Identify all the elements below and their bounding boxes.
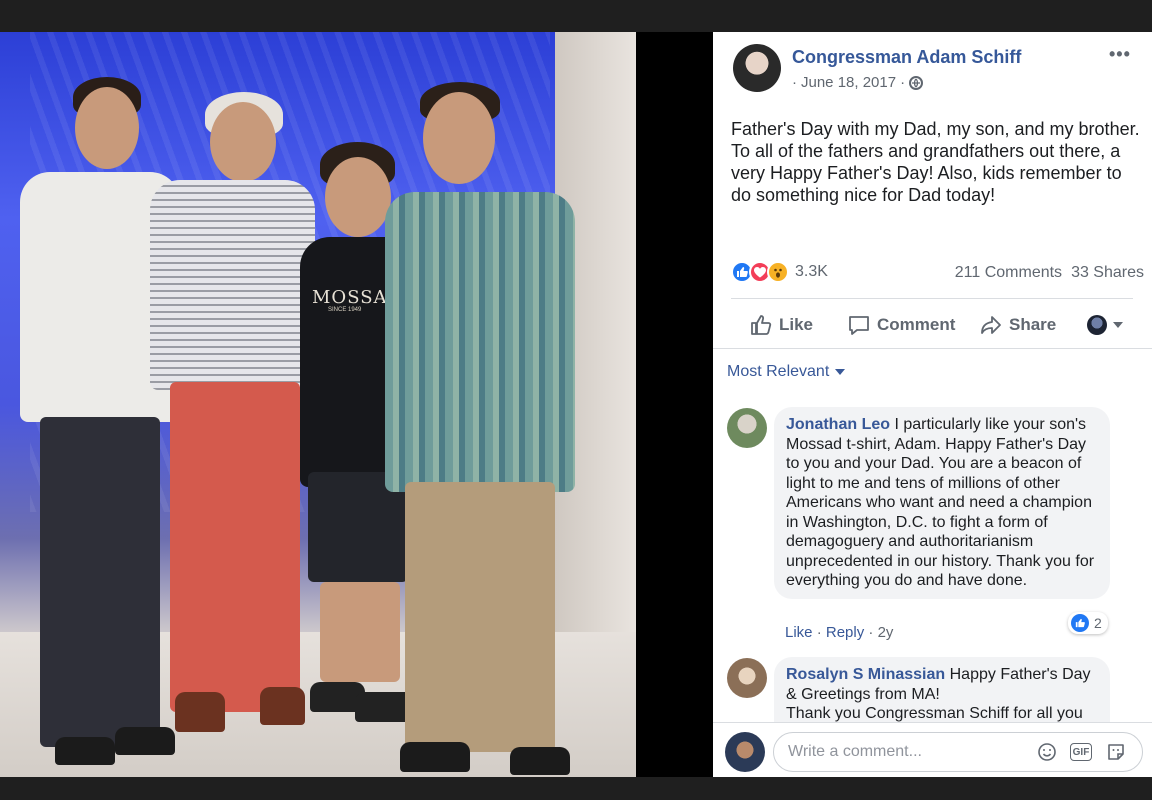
comment-sort-dropdown[interactable]: Most Relevant [727,363,846,381]
post-photo[interactable]: MOSSAD SINCE 1949 [0,32,636,777]
like-icon [1071,614,1089,632]
share-button[interactable]: Share [979,313,1056,337]
post-date[interactable]: June 18, 2017 [801,74,896,91]
comment-icon [849,316,869,335]
comment-meta: Like · Reply · 2y [785,624,894,641]
meta-separator: · [792,74,797,91]
author-avatar[interactable] [733,44,781,92]
comment-reaction-badge[interactable]: 2 [1068,612,1108,634]
comment-label: Comment [877,315,956,334]
thumbs-up-icon [751,315,772,335]
comment-bubble: Jonathan Leo I particularly like your so… [774,407,1110,599]
comment-text: Thank you Congressman Schiff for all you [786,705,1083,722]
comment-button[interactable]: Comment [847,313,955,337]
photo-person-2 [150,92,320,772]
comment-bubble: Rosalyn S Minassian Happy Father's Day &… [774,657,1110,722]
comment-reply-link[interactable]: Reply [826,624,864,641]
reactions-summary[interactable]: 3.3K [731,261,828,283]
chevron-down-icon [835,369,846,375]
shirt-subtext: SINCE 1949 [328,307,362,313]
gif-label: GIF [1072,746,1090,758]
post-meta: · June 18, 2017 · [792,74,924,91]
photo-person-4 [385,82,585,775]
comments-count[interactable]: 211 Comments [955,264,1062,282]
comment-age[interactable]: 2y [878,624,894,641]
like-button[interactable]: Like [749,313,813,337]
commenter-name[interactable]: Jonathan Leo [786,416,890,433]
post-actions: Like Comment Share [731,304,1141,346]
post-text: Father's Day with my Dad, my son, and my… [731,119,1140,205]
share-icon [981,316,1001,334]
post-panel: Congressman Adam Schiff · June 18, 2017 … [713,32,1152,777]
globe-icon[interactable] [909,75,924,90]
avatar [725,732,765,772]
wow-icon [767,261,789,283]
comment-composer: Write a comment... GIF [713,722,1152,777]
commenter-name[interactable]: Rosalyn S Minassian [786,666,945,683]
comment-text: I particularly like your son's Mossad t-… [786,416,1095,589]
divider [731,298,1133,299]
author-name[interactable]: Congressman Adam Schiff [792,47,1021,68]
sort-label: Most Relevant [727,363,830,380]
gif-icon[interactable]: GIF [1070,743,1092,761]
comments-list: Jonathan Leo I particularly like your so… [713,400,1152,722]
comment-input[interactable]: Write a comment... GIF [773,732,1143,772]
shares-count[interactable]: 33 Shares [1071,264,1144,282]
divider [713,348,1152,349]
comment-input-placeholder: Write a comment... [788,743,922,760]
comment-reaction-count: 2 [1094,615,1102,631]
commenter-avatar[interactable] [727,658,767,698]
like-label: Like [779,315,814,334]
emoji-icon[interactable] [1037,742,1057,762]
sticker-icon[interactable] [1106,742,1126,762]
viewer-frame: MOSSAD SINCE 1949 Congressman Adam Schif… [0,0,1152,800]
avatar [1087,315,1107,335]
post-as-selector[interactable] [1087,315,1123,335]
meta-separator: · [900,74,906,91]
comment-like-link[interactable]: Like [785,624,813,641]
photo-viewer: MOSSAD SINCE 1949 [0,32,713,777]
chevron-down-icon [1113,322,1123,328]
commenter-avatar[interactable] [727,408,767,448]
share-label: Share [1009,315,1057,334]
engagement-counts: 211 Comments 33 Shares [955,264,1144,282]
reaction-count[interactable]: 3.3K [795,263,828,281]
more-options-icon[interactable]: ••• [1109,44,1131,65]
